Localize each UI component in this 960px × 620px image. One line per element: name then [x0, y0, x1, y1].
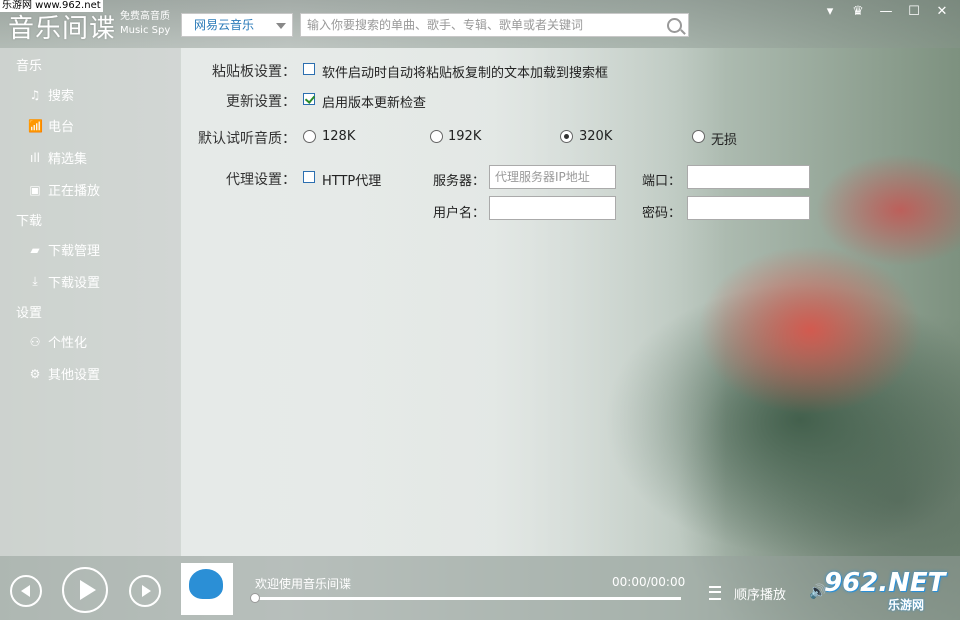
play-button[interactable]	[62, 567, 108, 613]
quality-radio-lossless[interactable]	[692, 130, 705, 143]
settings-panel	[181, 48, 960, 556]
tagline-cn: 免费高音质	[120, 11, 170, 22]
clipboard-setting-label: 粘贴板设置：	[212, 64, 296, 80]
sidebar-section-download: 下载	[16, 214, 43, 229]
port-label: 端口：	[642, 174, 682, 189]
sidebar-item-download-settings[interactable]: ⤓ 下载设置	[28, 272, 100, 291]
sidebar-item-personalize[interactable]: ⚇ 个性化	[28, 332, 88, 352]
skin-icon[interactable]: ♛	[846, 2, 870, 22]
site-watermark: 乐游网 www.962.net	[0, 0, 103, 12]
progress-knob[interactable]	[250, 593, 260, 603]
site-logo-watermark: 962.NET 乐游网	[820, 568, 954, 616]
previous-button[interactable]	[10, 575, 42, 607]
sidebar-item-download-manager[interactable]: ▰ 下载管理	[28, 240, 101, 260]
dropdown-icon[interactable]: ▾	[818, 2, 842, 22]
sidebar-item-label: 个性化	[48, 336, 88, 351]
search-icon[interactable]	[667, 18, 682, 33]
window-controls: ▾ ♛ — ☐ ✕	[818, 2, 954, 22]
next-icon	[142, 585, 151, 597]
proxy-server-placeholder: 代理服务器IP地址	[495, 170, 590, 184]
quality-radio-192k[interactable]	[430, 130, 443, 143]
clipboard-checkbox[interactable]	[303, 63, 315, 75]
tagline-en: Music Spy	[120, 25, 171, 36]
username-label: 用户名：	[433, 206, 486, 221]
sidebar-item-label: 搜索	[48, 89, 75, 104]
folder-icon: ▰	[30, 242, 40, 257]
proxy-server-input[interactable]: 代理服务器IP地址	[489, 165, 616, 189]
maximize-icon[interactable]: ☐	[902, 2, 926, 22]
playlist-icon[interactable]	[709, 586, 721, 600]
chevron-down-icon	[276, 23, 286, 29]
radio-icon: 📶	[28, 118, 43, 133]
sidebar-item-label: 精选集	[48, 152, 88, 167]
sidebar-item-search[interactable]: ♫ 搜索	[28, 85, 75, 105]
quality-option-label: 320K	[579, 129, 613, 144]
sidebar-item-now-playing[interactable]: ▣ 正在播放	[28, 180, 101, 200]
source-selected-label: 网易云音乐	[194, 18, 255, 32]
close-icon[interactable]: ✕	[930, 2, 954, 22]
progress-bar[interactable]	[253, 597, 681, 600]
gear-icon: ⚙	[29, 366, 41, 381]
update-checkbox[interactable]	[303, 93, 315, 105]
playback-time: 00:00/00:00	[612, 575, 686, 589]
music-note-icon: ♫	[29, 87, 41, 102]
quality-option-label: 192K	[448, 129, 482, 144]
update-setting-label: 更新设置：	[226, 94, 296, 110]
quality-radio-320k[interactable]	[560, 130, 573, 143]
server-label: 服务器：	[433, 174, 486, 189]
clipboard-option-label: 软件启动时自动将粘贴板复制的文本加载到搜索框	[322, 66, 609, 81]
album-cover[interactable]	[181, 563, 233, 615]
previous-icon	[21, 585, 30, 597]
now-playing-title: 欢迎使用音乐间谍	[255, 577, 352, 591]
app-tagline: 免费高音质 Music Spy	[120, 10, 170, 38]
bars-icon: ıll	[29, 150, 40, 165]
sidebar-section-settings: 设置	[16, 306, 43, 321]
download-icon: ⤓	[32, 274, 38, 288]
proxy-option-label: HTTP代理	[322, 174, 382, 189]
play-mode[interactable]: 顺序播放	[734, 584, 786, 603]
play-icon	[80, 580, 96, 600]
sidebar-item-label: 电台	[48, 120, 75, 135]
quality-option-label: 无损	[711, 133, 738, 148]
proxy-checkbox[interactable]	[303, 171, 315, 183]
next-button[interactable]	[129, 575, 161, 607]
app-logo: 音乐间谍	[8, 14, 117, 44]
proxy-password-input[interactable]	[687, 196, 810, 220]
quality-radio-128k[interactable]	[303, 130, 316, 143]
user-icon: ⚇	[29, 334, 41, 349]
sidebar-section-music: 音乐	[16, 59, 43, 74]
update-option-label: 启用版本更新检查	[322, 96, 427, 111]
sidebar-item-label: 下载管理	[48, 244, 101, 259]
proxy-setting-label: 代理设置：	[226, 172, 296, 188]
quality-option-label: 128K	[322, 129, 356, 144]
minimize-icon[interactable]: —	[874, 2, 898, 22]
sidebar-item-label: 其他设置	[48, 368, 101, 383]
password-label: 密码：	[642, 206, 682, 221]
play-screen-icon: ▣	[29, 182, 41, 197]
watermark-big-text: 962.NET	[824, 568, 946, 598]
hat-logo-icon	[189, 569, 223, 599]
sidebar-item-collection[interactable]: ıll 精选集	[28, 148, 88, 168]
proxy-username-input[interactable]	[489, 196, 616, 220]
sidebar-item-radio[interactable]: 📶 电台	[28, 116, 75, 136]
proxy-port-input[interactable]	[687, 165, 810, 189]
search-input[interactable]: 输入你要搜索的单曲、歌手、专辑、歌单或者关键词	[300, 13, 689, 37]
watermark-small-text: 乐游网	[888, 598, 925, 612]
source-select[interactable]: 网易云音乐	[181, 13, 293, 37]
sidebar-item-label: 正在播放	[48, 184, 101, 199]
search-placeholder: 输入你要搜索的单曲、歌手、专辑、歌单或者关键词	[307, 18, 584, 32]
quality-setting-label: 默认试听音质：	[198, 131, 296, 147]
sidebar-item-label: 下载设置	[48, 276, 101, 291]
sidebar-item-other-settings[interactable]: ⚙ 其他设置	[28, 364, 101, 384]
